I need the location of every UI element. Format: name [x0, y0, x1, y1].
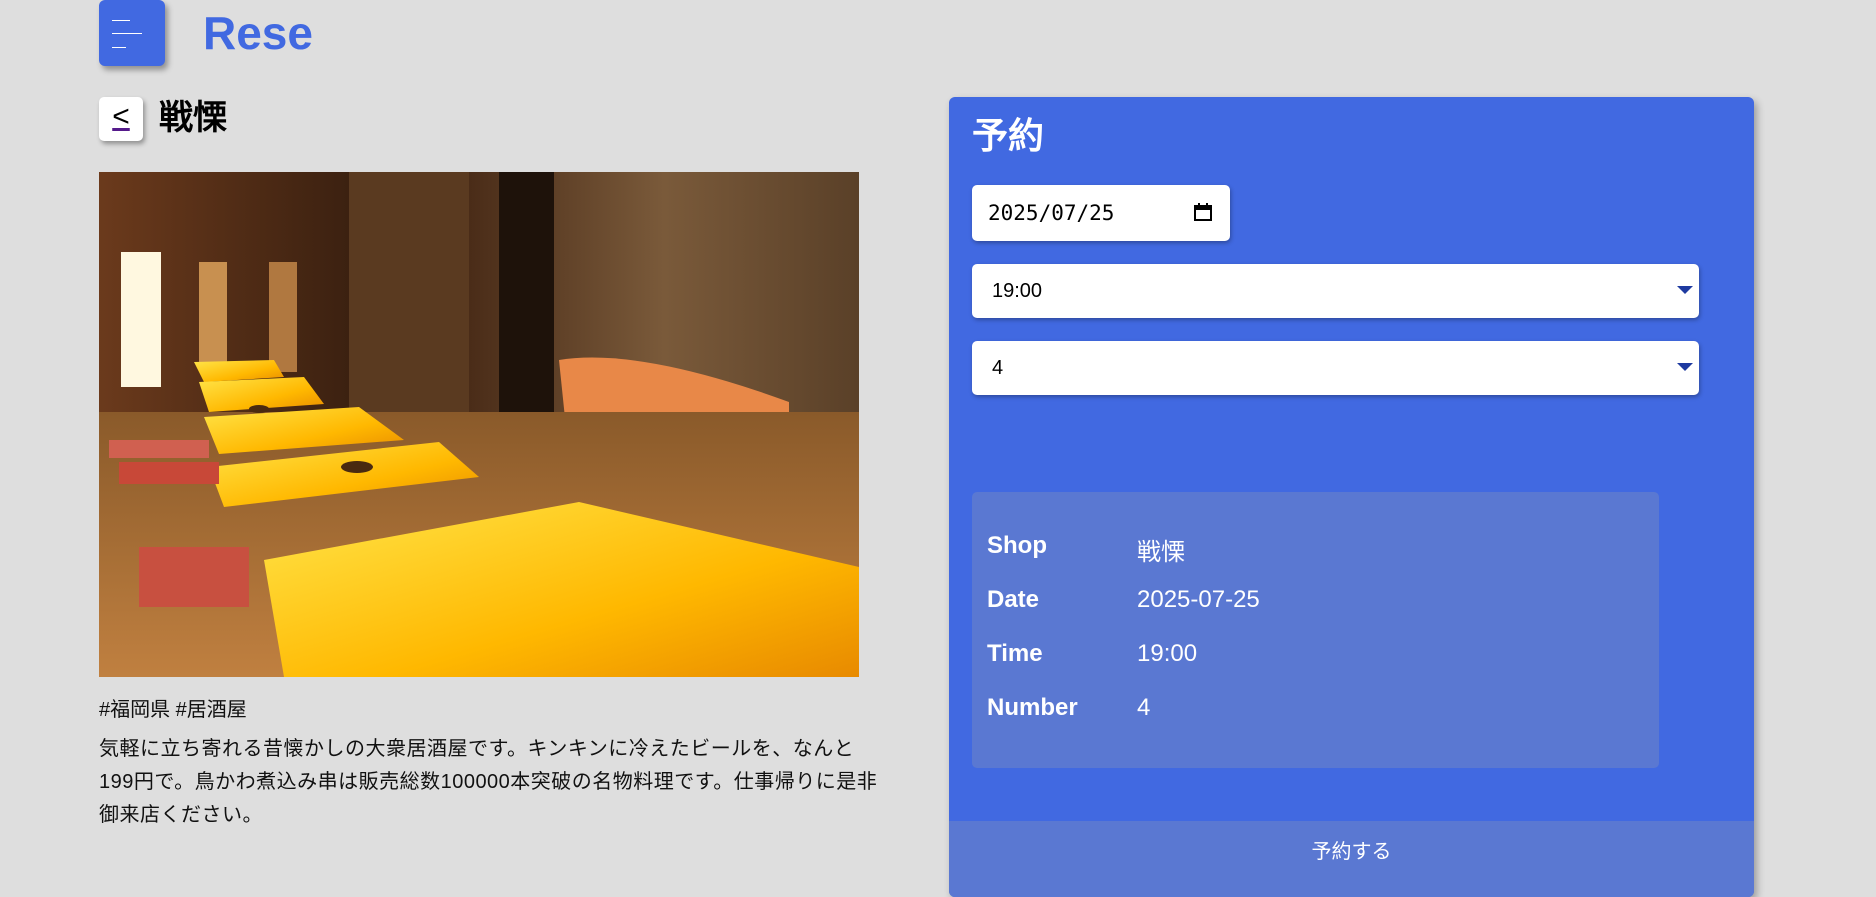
summary-value: 戦慄 — [1137, 539, 1185, 566]
summary-label: Number — [987, 694, 1078, 721]
shop-name: 戦慄 — [159, 99, 227, 137]
shop-description: 気軽に立ち寄れる昔懐かしの大衆居酒屋です。キンキンに冷えたビールを、なんと199… — [99, 738, 878, 826]
summary-label: Time — [987, 640, 1043, 667]
summary-value: 2025-07-25 — [1137, 586, 1260, 613]
back-label: < — [112, 100, 130, 133]
chevron-down-icon — [1677, 286, 1693, 294]
date-input[interactable]: 2025/07/25 — [972, 185, 1230, 241]
number-select[interactable]: 4 — [972, 341, 1699, 395]
summary-label: Date — [987, 586, 1040, 613]
reservation-summary: Shop 戦慄 Date 2025-07-25 Time 19:00 Numbe… — [972, 492, 1659, 768]
number-value: 4 — [992, 357, 1004, 379]
summary-value: 19:00 — [1137, 640, 1198, 667]
app-logo[interactable]: Rese — [203, 4, 313, 62]
shop-photo — [99, 172, 859, 677]
reserve-button[interactable]: 予約する — [949, 821, 1754, 897]
menu-button[interactable] — [99, 0, 165, 66]
time-select[interactable]: 19:00 — [972, 264, 1699, 318]
date-value: 2025/07/25 — [988, 201, 1115, 225]
calendar-icon[interactable] — [1194, 203, 1212, 221]
reservation-panel: 予約 2025/07/25 19:00 4 Shop 戦慄 Date 2025-… — [949, 97, 1754, 897]
time-value: 19:00 — [992, 280, 1043, 302]
summary-value: 4 — [1137, 694, 1151, 721]
shop-tags: #福岡県 #居酒屋 — [99, 699, 247, 721]
back-button[interactable]: < — [99, 97, 143, 141]
summary-label: Shop — [987, 532, 1047, 559]
chevron-down-icon — [1677, 363, 1693, 371]
reservation-title: 予約 — [972, 115, 1045, 156]
